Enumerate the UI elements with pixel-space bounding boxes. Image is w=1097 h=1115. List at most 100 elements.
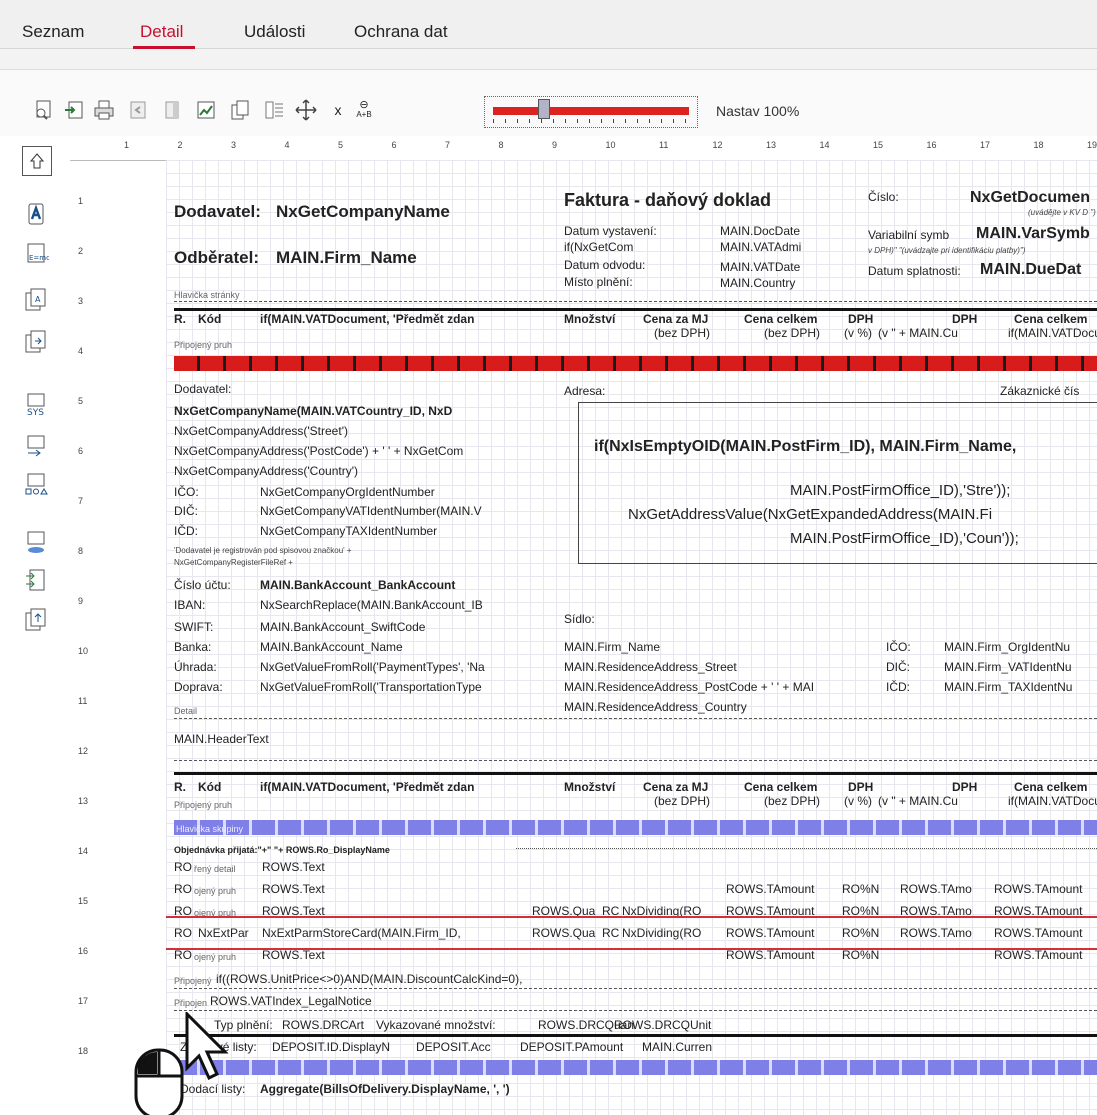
main-curren-field[interactable]: MAIN.Curren [642,1040,712,1054]
if-nxget-field[interactable]: if(NxGetCom [564,240,633,254]
subreport-icon[interactable] [22,328,50,356]
system-field-icon[interactable]: SYS [22,390,50,418]
address-expr-4[interactable]: MAIN.PostFirmOffice_ID),'Coun')); [790,530,1019,548]
address-expr-3[interactable]: NxGetAddressValue(NxGetExpandedAddress(M… [628,506,992,524]
formula-field-icon[interactable]: E=mc² [22,240,50,268]
customer-dic-label[interactable]: DIČ: [886,660,910,674]
unitprice-condition-field[interactable]: if((ROWS.UnitPrice<>0)AND(MAIN.DiscountC… [216,972,522,986]
link-field-icon[interactable] [22,432,50,460]
zoom-thumb[interactable] [537,99,550,119]
col-dph-2[interactable]: DPH [952,780,977,794]
vat-note-text[interactable]: (uvádějte v KV D ") [1028,206,1096,220]
rows-tamo-field[interactable]: ROWS.TAmo [900,926,972,940]
arrow-up-icon[interactable] [22,146,52,176]
col-if-vatdoc[interactable]: if(MAIN.VATDocu [1008,326,1097,340]
rows-tamount-field-2[interactable]: ROWS.TAmount [994,926,1082,940]
col-dph[interactable]: DPH [848,312,873,326]
doc-number-field[interactable]: NxGetDocumen [970,188,1090,208]
misto-plneni-label[interactable]: Místo plnění: [564,275,633,289]
list-field-icon[interactable] [22,566,50,594]
header-text-field[interactable]: MAIN.HeaderText [174,732,269,746]
vat-date-field[interactable]: MAIN.VATDate [720,260,800,274]
col-v-main[interactable]: (v " + MAIN.Cu [878,794,958,808]
cislo-label[interactable]: Číslo: [868,190,899,204]
supplier-ico-field[interactable]: NxGetCompanyOrgIdentNumber [260,485,435,499]
residence-country[interactable]: MAIN.ResidenceAddress_Country [564,700,747,714]
supplier-register-line2[interactable]: NxGetCompanyRegisterFileRef + [174,556,293,570]
odberatel-label[interactable]: Odběratel: [174,248,259,268]
deposit-acc-field[interactable]: DEPOSIT.Acc [416,1040,491,1054]
iban-field[interactable]: NxSearchReplace(MAIN.BankAccount_IB [260,598,483,612]
order-received-expr[interactable]: Objednávka přijatá:"+" "+ ROWS.Ro_Displa… [174,843,390,857]
col-v-pct[interactable]: (v %) [844,326,872,340]
col-bez-dph-2[interactable]: (bez DPH) [764,326,820,340]
col-v-pct[interactable]: (v %) [844,794,872,808]
bank-name-field[interactable]: MAIN.BankAccount_Name [260,640,403,654]
tab-ochrana-dat[interactable]: Ochrana dat [354,22,448,42]
print-icon[interactable] [92,98,116,122]
formula-icon[interactable]: ⊖ A+B [352,98,376,122]
col-cena-mj[interactable]: Cena za MJ [643,780,708,794]
residence-firm-name[interactable]: MAIN.Firm_Name [564,640,660,654]
splatnost-label[interactable]: Datum splatnosti: [868,264,961,278]
invoice-title[interactable]: Faktura - daňový doklad [564,190,771,210]
zoom-reset-button[interactable]: Nastav 100% [716,103,799,119]
transport-field[interactable]: NxGetValueFromRoll('TransportationType [260,680,482,694]
tab-detail[interactable]: Detail [140,22,183,42]
rows-text-field[interactable]: ROWS.Text [262,948,325,962]
rows-tamount-field[interactable]: ROWS.TAmount [726,948,814,962]
zoom-slider[interactable] [484,96,698,128]
supplier-dic-label[interactable]: DIČ: [174,504,198,518]
supplier-icd-field[interactable]: NxGetCompanyTAXIdentNumber [260,524,437,538]
rows-rc-field[interactable]: RC [602,926,619,940]
import-icon[interactable] [62,98,86,122]
supplier-icd-label[interactable]: IČD: [174,524,198,538]
list-grid-icon[interactable] [262,98,286,122]
due-date-field[interactable]: MAIN.DueDat [980,260,1081,280]
text-field-icon[interactable] [22,200,50,228]
nxextpar-field[interactable]: NxExtPar [198,926,249,940]
print-preview-icon[interactable] [32,98,56,122]
col-bez-dph-1[interactable]: (bez DPH) [654,326,710,340]
var-symbol-field[interactable]: MAIN.VarSymb [976,224,1090,244]
rows-ron-field[interactable]: RO%N [842,882,879,896]
rows-tamount-field[interactable]: ROWS.TAmount [726,882,814,896]
col-predmet[interactable]: if(MAIN.VATDocument, 'Předmět zdan [260,780,474,794]
col-dph-2[interactable]: DPH [952,312,977,326]
supplier-street-expr[interactable]: NxGetCompanyAddress('Street') [174,424,348,438]
bank-account-label[interactable]: Číslo účtu: [174,578,231,592]
drcart-field[interactable]: ROWS.DRCArt [282,1018,364,1032]
col-v-main[interactable]: (v " + MAIN.Cu [878,326,958,340]
supplier-ico-label[interactable]: IČO: [174,485,199,499]
supplier-name-expr[interactable]: NxGetCompanyName(MAIN.VATCountry_ID, NxD [174,404,452,418]
col-cena-mj[interactable]: Cena za MJ [643,312,708,326]
move-arrows-icon[interactable] [294,98,318,122]
col-dph[interactable]: DPH [848,780,873,794]
payment-label[interactable]: Úhrada: [174,660,217,674]
deposit-pamount-field[interactable]: DEPOSIT.PAmount [520,1040,623,1054]
dph-note-text[interactable]: v DPH)" "(uvádzajte pri identifikáciu pl… [868,244,1025,258]
image-field-icon[interactable] [22,528,50,556]
copy-pages-icon[interactable] [228,98,252,122]
payment-field[interactable]: NxGetValueFromRoll('PaymentTypes', 'Na [260,660,485,674]
rows-tamount-field-2[interactable]: ROWS.TAmount [994,948,1082,962]
customer-icd-field[interactable]: MAIN.Firm_TAXIdentNu [944,680,1072,694]
col-cena-celkem[interactable]: Cena celkem [744,780,817,794]
swift-field[interactable]: MAIN.BankAccount_SwiftCode [260,620,425,634]
x-label[interactable]: x [326,98,350,122]
rows-text-field[interactable]: ROWS.Text [262,860,325,874]
address-label[interactable]: Adresa: [564,384,605,398]
data-field-icon[interactable]: A [22,286,50,314]
chart-icon[interactable] [194,98,218,122]
datum-odvodu-label[interactable]: Datum odvodu: [564,258,645,272]
report-design-canvas[interactable]: Dodavatel: NxGetCompanyName Odběratel: M… [166,160,1097,1115]
doc-date-field[interactable]: MAIN.DocDate [720,224,800,238]
vat-admit-field[interactable]: MAIN.VATAdmi [720,240,801,254]
page-blank-icon[interactable] [160,98,184,122]
row-ro[interactable]: RO [174,926,192,940]
row-ro[interactable]: RO [174,860,192,874]
rows-tamount-field-2[interactable]: ROWS.TAmount [994,882,1082,896]
export-field-icon[interactable] [22,606,50,634]
company-name-field[interactable]: NxGetCompanyName [276,202,450,222]
col-predmet[interactable]: if(MAIN.VATDocument, 'Předmět zdan [260,312,474,326]
